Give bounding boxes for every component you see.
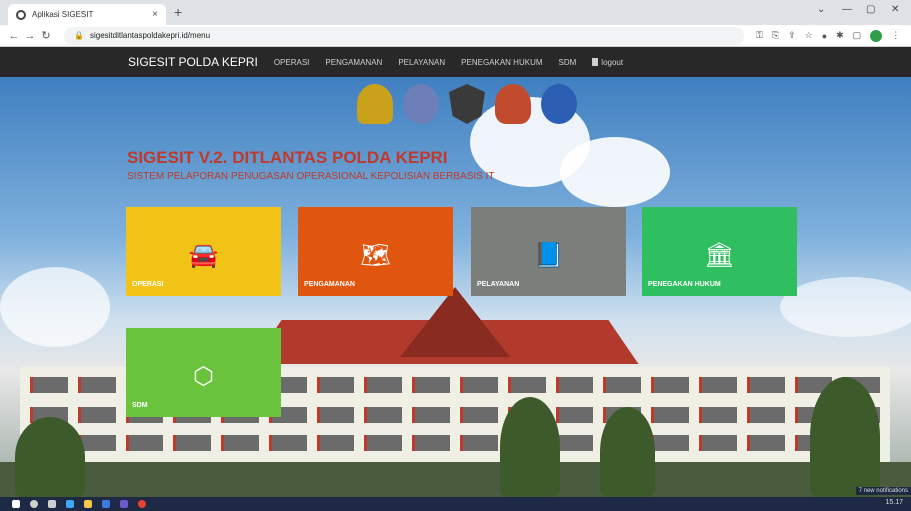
store-icon[interactable] <box>102 500 110 508</box>
bookmark-star-icon[interactable]: ☆ <box>805 30 813 41</box>
cloud <box>0 267 110 347</box>
tile-label: PENEGAKAN HUKUM <box>648 281 721 288</box>
explorer-icon[interactable] <box>84 500 92 508</box>
site-brand[interactable]: SIGESIT POLDA KEPRI <box>128 55 258 69</box>
tile-operasi[interactable]: 🚘 OPERASI <box>126 207 281 296</box>
polda-kepri-logo <box>449 84 485 124</box>
tile-pelayanan[interactable]: 📘 PELAYANAN <box>471 207 626 296</box>
logo-row <box>357 84 577 124</box>
browser-tabbar: Aplikasi SIGESIT × + ⌄ — ▢ ✕ <box>0 0 911 25</box>
site-navbar: SIGESIT POLDA KEPRI OPERASI PENGAMANAN P… <box>0 47 911 77</box>
windows-taskbar: 15.17 <box>0 497 911 511</box>
building-windows <box>30 435 881 451</box>
logout-label: logout <box>601 57 624 67</box>
cloud <box>560 137 670 207</box>
logout-link[interactable]: logout <box>592 58 623 67</box>
nav-pelayanan[interactable]: PELAYANAN <box>398 58 445 67</box>
minimize-button[interactable]: — <box>842 4 852 15</box>
edge-icon[interactable] <box>66 500 74 508</box>
map-icon: 🗺 <box>360 242 391 269</box>
tile-label: OPERASI <box>132 281 164 288</box>
url-text: sigesitditlantaspoldakepri.id/menu <box>89 31 211 40</box>
notification-toast[interactable]: 7 new notifications <box>855 487 911 495</box>
car-icon: 🚘 <box>188 242 219 269</box>
lantas-logo <box>403 84 439 124</box>
puzzle-icon[interactable]: ✱ <box>836 30 844 41</box>
forward-icon[interactable]: → <box>22 30 38 42</box>
tile-label: SDM <box>132 402 148 409</box>
nav-sdm[interactable]: SDM <box>559 58 577 67</box>
nav-penegakan-hukum[interactable]: PENEGAKAN HUKUM <box>461 58 542 67</box>
menu-icon[interactable]: ⋮ <box>891 30 900 41</box>
tile-label: PELAYANAN <box>477 281 520 288</box>
file-icon <box>592 58 599 66</box>
profile-avatar[interactable] <box>870 29 883 42</box>
tile-label: PENGAMANAN <box>304 281 355 288</box>
nav-pengamanan[interactable]: PENGAMANAN <box>325 58 382 67</box>
tab-search-icon[interactable]: ⌄ <box>817 4 825 15</box>
url-field[interactable]: 🔒 sigesitditlantaspoldakepri.id/menu <box>64 26 744 45</box>
sigesit-logo <box>541 84 577 124</box>
tile-sdm[interactable]: ⬡ SDM <box>126 328 281 417</box>
page-title: SIGESIT V.2. DITLANTAS POLDA KEPRI <box>127 148 448 167</box>
browser-toolbar: ⚿ ⎘ ⇪ ☆ ● ✱ ▢ ⋮ <box>756 29 900 42</box>
tab-close-icon[interactable]: × <box>152 9 158 20</box>
tile-penegakan-hukum[interactable]: 🏛 PENEGAKAN HUKUM <box>642 207 797 296</box>
mascot-logo <box>495 84 531 124</box>
tree <box>15 417 85 497</box>
browser-tab[interactable]: Aplikasi SIGESIT × <box>8 4 166 25</box>
extension-icon[interactable]: ● <box>822 31 827 41</box>
tree <box>810 377 880 497</box>
app-icon[interactable] <box>120 500 128 508</box>
lock-icon: 🔒 <box>74 31 84 40</box>
share-icon[interactable]: ⇪ <box>788 30 796 41</box>
key-icon[interactable]: ⚿ <box>756 30 763 41</box>
site-favicon-icon <box>16 9 26 20</box>
tile-pengamanan[interactable]: 🗺 PENGAMANAN <box>298 207 453 296</box>
reload-icon[interactable]: ↻ <box>38 29 54 42</box>
sidepanel-icon[interactable]: ▢ <box>853 30 862 41</box>
translate-icon[interactable]: ⎘ <box>772 30 779 41</box>
task-view-icon[interactable] <box>48 500 56 508</box>
maximize-button[interactable]: ▢ <box>866 4 875 15</box>
polri-logo <box>357 84 393 124</box>
tree <box>600 407 655 497</box>
institution-icon: 🏛 <box>704 242 735 269</box>
cubes-icon: ⬡ <box>193 363 214 390</box>
back-icon[interactable]: ← <box>6 30 22 42</box>
address-bar-row: ← → ↻ 🔒 sigesitditlantaspoldakepri.id/me… <box>0 25 911 47</box>
ground <box>0 462 911 497</box>
tree <box>500 397 560 497</box>
cloud <box>780 277 911 337</box>
new-tab-button[interactable]: + <box>174 4 182 20</box>
windows-start-icon[interactable] <box>12 500 20 508</box>
search-icon[interactable] <box>30 500 38 508</box>
nav-operasi[interactable]: OPERASI <box>274 58 310 67</box>
chrome-icon[interactable] <box>138 500 146 508</box>
tab-title: Aplikasi SIGESIT <box>32 10 94 19</box>
book-icon: 📘 <box>533 242 564 269</box>
clock[interactable]: 15.17 <box>885 499 903 506</box>
close-window-button[interactable]: ✕ <box>891 4 899 15</box>
page-subtitle: SISTEM PELAPORAN PENUGASAN OPERASIONAL K… <box>127 171 495 182</box>
